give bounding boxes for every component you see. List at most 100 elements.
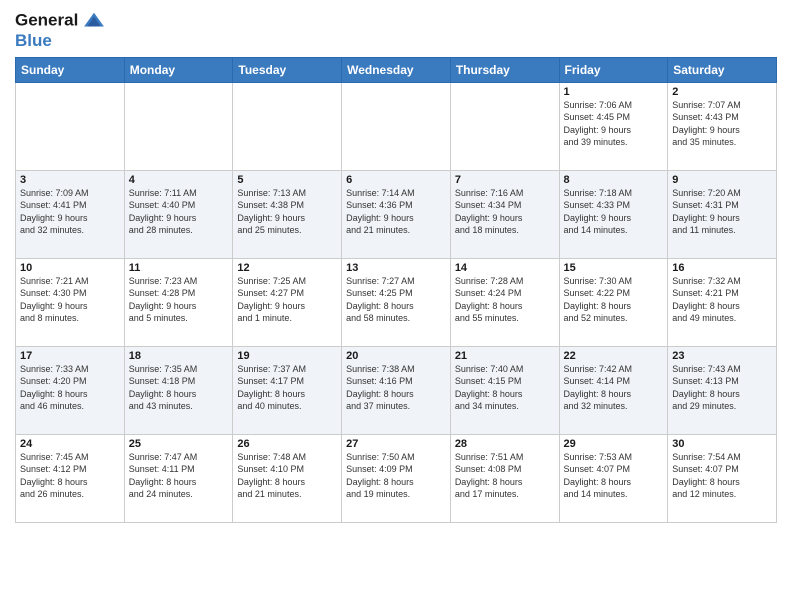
weekday-header: Friday xyxy=(559,57,668,82)
calendar-day-cell: 28Sunrise: 7:51 AM Sunset: 4:08 PM Dayli… xyxy=(450,434,559,522)
calendar-day-cell: 5Sunrise: 7:13 AM Sunset: 4:38 PM Daylig… xyxy=(233,170,342,258)
weekday-header: Tuesday xyxy=(233,57,342,82)
calendar-day-cell: 3Sunrise: 7:09 AM Sunset: 4:41 PM Daylig… xyxy=(16,170,125,258)
weekday-header: Sunday xyxy=(16,57,125,82)
logo-icon xyxy=(83,10,105,32)
calendar-day-cell: 14Sunrise: 7:28 AM Sunset: 4:24 PM Dayli… xyxy=(450,258,559,346)
weekday-header: Thursday xyxy=(450,57,559,82)
day-info: Sunrise: 7:38 AM Sunset: 4:16 PM Dayligh… xyxy=(346,363,446,413)
day-number: 21 xyxy=(455,350,555,362)
calendar-day-cell: 12Sunrise: 7:25 AM Sunset: 4:27 PM Dayli… xyxy=(233,258,342,346)
day-number: 28 xyxy=(455,438,555,450)
calendar-day-cell: 30Sunrise: 7:54 AM Sunset: 4:07 PM Dayli… xyxy=(668,434,777,522)
day-number: 23 xyxy=(672,350,772,362)
calendar-day-cell: 16Sunrise: 7:32 AM Sunset: 4:21 PM Dayli… xyxy=(668,258,777,346)
day-info: Sunrise: 7:30 AM Sunset: 4:22 PM Dayligh… xyxy=(564,275,664,325)
day-info: Sunrise: 7:54 AM Sunset: 4:07 PM Dayligh… xyxy=(672,451,772,501)
day-number: 2 xyxy=(672,86,772,98)
calendar-day-cell xyxy=(342,82,451,170)
day-number: 14 xyxy=(455,262,555,274)
calendar-day-cell: 8Sunrise: 7:18 AM Sunset: 4:33 PM Daylig… xyxy=(559,170,668,258)
calendar-day-cell: 25Sunrise: 7:47 AM Sunset: 4:11 PM Dayli… xyxy=(124,434,233,522)
calendar-day-cell: 18Sunrise: 7:35 AM Sunset: 4:18 PM Dayli… xyxy=(124,346,233,434)
day-info: Sunrise: 7:11 AM Sunset: 4:40 PM Dayligh… xyxy=(129,187,229,237)
day-number: 30 xyxy=(672,438,772,450)
calendar-week-row: 10Sunrise: 7:21 AM Sunset: 4:30 PM Dayli… xyxy=(16,258,777,346)
calendar-day-cell: 17Sunrise: 7:33 AM Sunset: 4:20 PM Dayli… xyxy=(16,346,125,434)
day-number: 8 xyxy=(564,174,664,186)
day-number: 25 xyxy=(129,438,229,450)
calendar-day-cell xyxy=(450,82,559,170)
day-number: 27 xyxy=(346,438,446,450)
day-number: 17 xyxy=(20,350,120,362)
page-container: General Blue SundayMondayTuesdayWednesda… xyxy=(0,0,792,528)
day-info: Sunrise: 7:53 AM Sunset: 4:07 PM Dayligh… xyxy=(564,451,664,501)
logo: General Blue xyxy=(15,10,105,51)
day-number: 13 xyxy=(346,262,446,274)
day-number: 3 xyxy=(20,174,120,186)
day-info: Sunrise: 7:06 AM Sunset: 4:45 PM Dayligh… xyxy=(564,99,664,149)
calendar-day-cell: 21Sunrise: 7:40 AM Sunset: 4:15 PM Dayli… xyxy=(450,346,559,434)
calendar-day-cell: 27Sunrise: 7:50 AM Sunset: 4:09 PM Dayli… xyxy=(342,434,451,522)
day-number: 5 xyxy=(237,174,337,186)
calendar-header-row: SundayMondayTuesdayWednesdayThursdayFrid… xyxy=(16,57,777,82)
day-number: 15 xyxy=(564,262,664,274)
weekday-header: Saturday xyxy=(668,57,777,82)
day-info: Sunrise: 7:47 AM Sunset: 4:11 PM Dayligh… xyxy=(129,451,229,501)
logo-line2: Blue xyxy=(15,32,105,51)
calendar-day-cell: 4Sunrise: 7:11 AM Sunset: 4:40 PM Daylig… xyxy=(124,170,233,258)
calendar-day-cell: 24Sunrise: 7:45 AM Sunset: 4:12 PM Dayli… xyxy=(16,434,125,522)
day-info: Sunrise: 7:07 AM Sunset: 4:43 PM Dayligh… xyxy=(672,99,772,149)
calendar-day-cell: 2Sunrise: 7:07 AM Sunset: 4:43 PM Daylig… xyxy=(668,82,777,170)
calendar-week-row: 17Sunrise: 7:33 AM Sunset: 4:20 PM Dayli… xyxy=(16,346,777,434)
calendar-table: SundayMondayTuesdayWednesdayThursdayFrid… xyxy=(15,57,777,523)
day-number: 1 xyxy=(564,86,664,98)
day-info: Sunrise: 7:48 AM Sunset: 4:10 PM Dayligh… xyxy=(237,451,337,501)
day-info: Sunrise: 7:25 AM Sunset: 4:27 PM Dayligh… xyxy=(237,275,337,325)
day-info: Sunrise: 7:23 AM Sunset: 4:28 PM Dayligh… xyxy=(129,275,229,325)
day-number: 18 xyxy=(129,350,229,362)
calendar-day-cell: 19Sunrise: 7:37 AM Sunset: 4:17 PM Dayli… xyxy=(233,346,342,434)
calendar-day-cell: 9Sunrise: 7:20 AM Sunset: 4:31 PM Daylig… xyxy=(668,170,777,258)
weekday-header: Wednesday xyxy=(342,57,451,82)
day-info: Sunrise: 7:14 AM Sunset: 4:36 PM Dayligh… xyxy=(346,187,446,237)
day-number: 22 xyxy=(564,350,664,362)
calendar-day-cell: 1Sunrise: 7:06 AM Sunset: 4:45 PM Daylig… xyxy=(559,82,668,170)
calendar-day-cell xyxy=(124,82,233,170)
day-number: 10 xyxy=(20,262,120,274)
day-info: Sunrise: 7:28 AM Sunset: 4:24 PM Dayligh… xyxy=(455,275,555,325)
weekday-header: Monday xyxy=(124,57,233,82)
calendar-week-row: 1Sunrise: 7:06 AM Sunset: 4:45 PM Daylig… xyxy=(16,82,777,170)
calendar-day-cell xyxy=(16,82,125,170)
day-number: 26 xyxy=(237,438,337,450)
day-number: 29 xyxy=(564,438,664,450)
day-number: 4 xyxy=(129,174,229,186)
calendar-day-cell: 13Sunrise: 7:27 AM Sunset: 4:25 PM Dayli… xyxy=(342,258,451,346)
day-info: Sunrise: 7:40 AM Sunset: 4:15 PM Dayligh… xyxy=(455,363,555,413)
day-info: Sunrise: 7:13 AM Sunset: 4:38 PM Dayligh… xyxy=(237,187,337,237)
calendar-day-cell: 15Sunrise: 7:30 AM Sunset: 4:22 PM Dayli… xyxy=(559,258,668,346)
day-info: Sunrise: 7:42 AM Sunset: 4:14 PM Dayligh… xyxy=(564,363,664,413)
day-info: Sunrise: 7:09 AM Sunset: 4:41 PM Dayligh… xyxy=(20,187,120,237)
day-info: Sunrise: 7:16 AM Sunset: 4:34 PM Dayligh… xyxy=(455,187,555,237)
page-header: General Blue xyxy=(15,10,777,51)
day-number: 19 xyxy=(237,350,337,362)
day-info: Sunrise: 7:33 AM Sunset: 4:20 PM Dayligh… xyxy=(20,363,120,413)
day-number: 12 xyxy=(237,262,337,274)
day-number: 24 xyxy=(20,438,120,450)
calendar-day-cell: 29Sunrise: 7:53 AM Sunset: 4:07 PM Dayli… xyxy=(559,434,668,522)
day-info: Sunrise: 7:51 AM Sunset: 4:08 PM Dayligh… xyxy=(455,451,555,501)
day-info: Sunrise: 7:21 AM Sunset: 4:30 PM Dayligh… xyxy=(20,275,120,325)
logo-line1: General xyxy=(15,10,105,32)
day-number: 16 xyxy=(672,262,772,274)
day-number: 9 xyxy=(672,174,772,186)
calendar-day-cell xyxy=(233,82,342,170)
calendar-day-cell: 23Sunrise: 7:43 AM Sunset: 4:13 PM Dayli… xyxy=(668,346,777,434)
calendar-day-cell: 11Sunrise: 7:23 AM Sunset: 4:28 PM Dayli… xyxy=(124,258,233,346)
day-info: Sunrise: 7:43 AM Sunset: 4:13 PM Dayligh… xyxy=(672,363,772,413)
day-info: Sunrise: 7:50 AM Sunset: 4:09 PM Dayligh… xyxy=(346,451,446,501)
day-info: Sunrise: 7:18 AM Sunset: 4:33 PM Dayligh… xyxy=(564,187,664,237)
calendar-week-row: 24Sunrise: 7:45 AM Sunset: 4:12 PM Dayli… xyxy=(16,434,777,522)
day-info: Sunrise: 7:35 AM Sunset: 4:18 PM Dayligh… xyxy=(129,363,229,413)
day-number: 20 xyxy=(346,350,446,362)
